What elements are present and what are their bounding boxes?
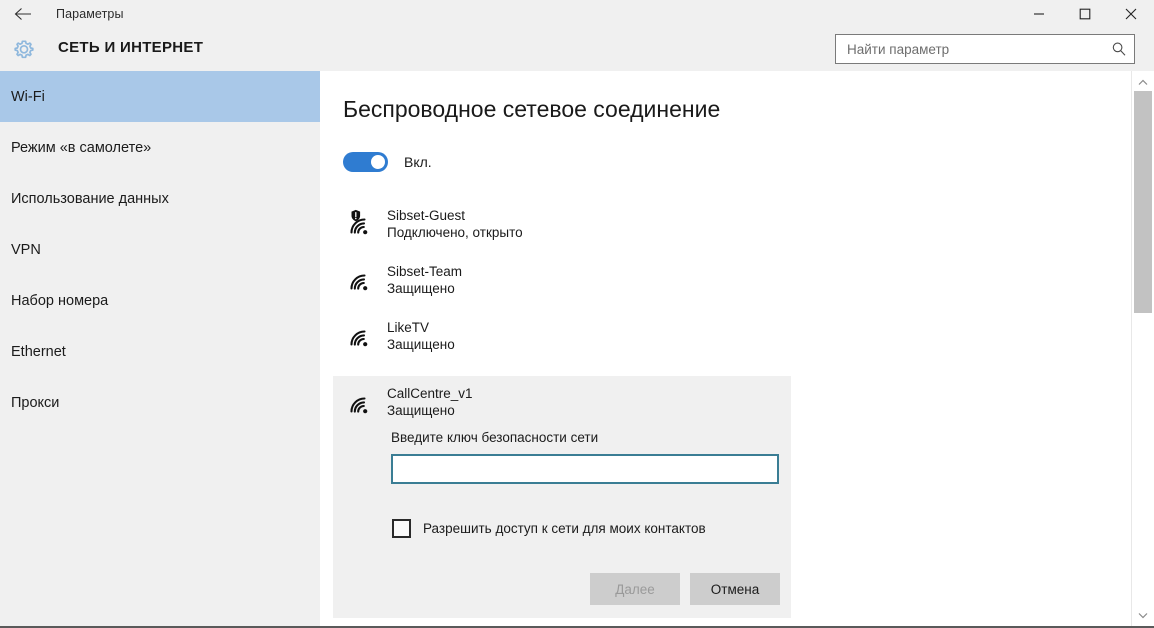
- search-box[interactable]: [835, 34, 1135, 64]
- scrollbar-thumb[interactable]: [1134, 91, 1152, 313]
- back-button[interactable]: [0, 0, 46, 28]
- chevron-down-icon: [1138, 612, 1148, 618]
- network-row-sibset-guest[interactable]: Sibset-Guest Подключено, открыто: [322, 196, 1132, 252]
- content-area: Беспроводное сетевое соединение Вкл. Sib…: [322, 71, 1132, 626]
- close-button[interactable]: [1108, 0, 1154, 28]
- sidebar-item-proxy[interactable]: Прокси: [0, 377, 320, 428]
- maximize-icon: [1079, 8, 1091, 20]
- network-status: Подключено, открыто: [387, 224, 523, 240]
- close-icon: [1125, 8, 1137, 20]
- wifi-icon: [343, 319, 377, 353]
- sidebar-item-airplane-mode[interactable]: Режим «в самолете»: [0, 122, 320, 173]
- security-key-input[interactable]: [391, 454, 779, 484]
- sidebar-item-label: Режим «в самолете»: [11, 139, 152, 156]
- network-name: Sibset-Guest: [387, 207, 466, 223]
- network-row-liketv[interactable]: LikeTV Защищено: [322, 308, 1132, 364]
- sidebar-item-data-usage[interactable]: Использование данных: [0, 173, 320, 224]
- network-name: CallCentre_v1: [387, 386, 473, 401]
- search-input[interactable]: [836, 35, 1104, 63]
- network-info: LikeTV Защищено: [387, 319, 455, 354]
- sidebar-item-label: Ethernet: [11, 343, 66, 360]
- network-row-sibset-team[interactable]: Sibset-Team Защищено: [322, 252, 1132, 308]
- share-network-checkbox-row[interactable]: Разрешить доступ к сети для моих контакт…: [392, 519, 706, 538]
- gear-icon: [8, 34, 40, 66]
- scroll-up-button[interactable]: [1132, 73, 1154, 91]
- window-title: Параметры: [56, 7, 124, 21]
- share-network-checkbox[interactable]: [392, 519, 411, 538]
- minimize-button[interactable]: [1016, 0, 1062, 28]
- sidebar-item-label: Прокси: [11, 394, 60, 411]
- sidebar-item-label: Использование данных: [11, 190, 169, 207]
- network-status: Защищено: [387, 280, 455, 296]
- toggle-knob: [371, 155, 385, 169]
- cancel-button[interactable]: Отмена: [690, 573, 780, 605]
- vertical-scrollbar[interactable]: [1131, 71, 1154, 626]
- panel-buttons: Далее Отмена: [590, 573, 780, 605]
- minimize-icon: [1034, 13, 1044, 15]
- settings-window: Параметры СЕТЬ И ИНТЕРНЕТ Найти параметр…: [0, 0, 1154, 628]
- sidebar-item-label: Набор номера: [11, 292, 109, 309]
- wifi-icon: [343, 263, 377, 297]
- sidebar-item-ethernet[interactable]: Ethernet: [0, 326, 320, 377]
- sidebar-item-vpn[interactable]: VPN: [0, 224, 320, 275]
- network-name: Sibset-Team: [387, 263, 463, 279]
- network-connect-panel: CallCentre_v1 Защищено Введите ключ безо…: [333, 376, 791, 618]
- main-heading: Беспроводное сетевое соединение: [343, 96, 721, 122]
- network-status: Защищено: [387, 336, 455, 352]
- sidebar: Wi-Fi Режим «в самолете» Использование д…: [0, 71, 320, 626]
- scroll-down-button[interactable]: [1132, 606, 1154, 624]
- next-button[interactable]: Далее: [590, 573, 680, 605]
- wifi-toggle-row: Вкл.: [343, 152, 432, 172]
- wifi-toggle[interactable]: [343, 152, 388, 172]
- window-controls: [1016, 0, 1154, 28]
- network-info: Sibset-Team Защищено: [387, 263, 462, 298]
- sidebar-item-label: Wi-Fi: [11, 88, 45, 105]
- maximize-button[interactable]: [1062, 0, 1108, 28]
- network-status: Защищено: [387, 403, 455, 418]
- search-icon[interactable]: [1104, 35, 1134, 63]
- expanded-network-header[interactable]: CallCentre_v1 Защищено: [343, 385, 473, 420]
- settings-header: СЕТЬ И ИНТЕРНЕТ: [0, 28, 1154, 71]
- wifi-icon: [343, 386, 377, 420]
- chevron-up-icon: [1138, 79, 1148, 85]
- sidebar-item-dial-up[interactable]: Набор номера: [0, 275, 320, 326]
- page-title: СЕТЬ И ИНТЕРНЕТ: [58, 39, 204, 56]
- wifi-toggle-label: Вкл.: [404, 154, 432, 170]
- sidebar-item-wifi[interactable]: Wi-Fi: [0, 71, 320, 122]
- network-name: LikeTV: [387, 319, 430, 335]
- wifi-open-warning-icon: [343, 207, 377, 241]
- share-network-label: Разрешить доступ к сети для моих контакт…: [423, 521, 706, 536]
- network-list: Sibset-Guest Подключено, открыто Sibset-…: [322, 196, 1132, 364]
- network-info: CallCentre_v1 Защищено: [387, 385, 473, 420]
- network-info: Sibset-Guest Подключено, открыто: [387, 207, 523, 242]
- title-bar: Параметры: [0, 0, 1154, 28]
- security-key-prompt: Введите ключ безопасности сети: [391, 430, 599, 445]
- sidebar-item-label: VPN: [11, 241, 41, 258]
- back-arrow-icon: [14, 7, 32, 21]
